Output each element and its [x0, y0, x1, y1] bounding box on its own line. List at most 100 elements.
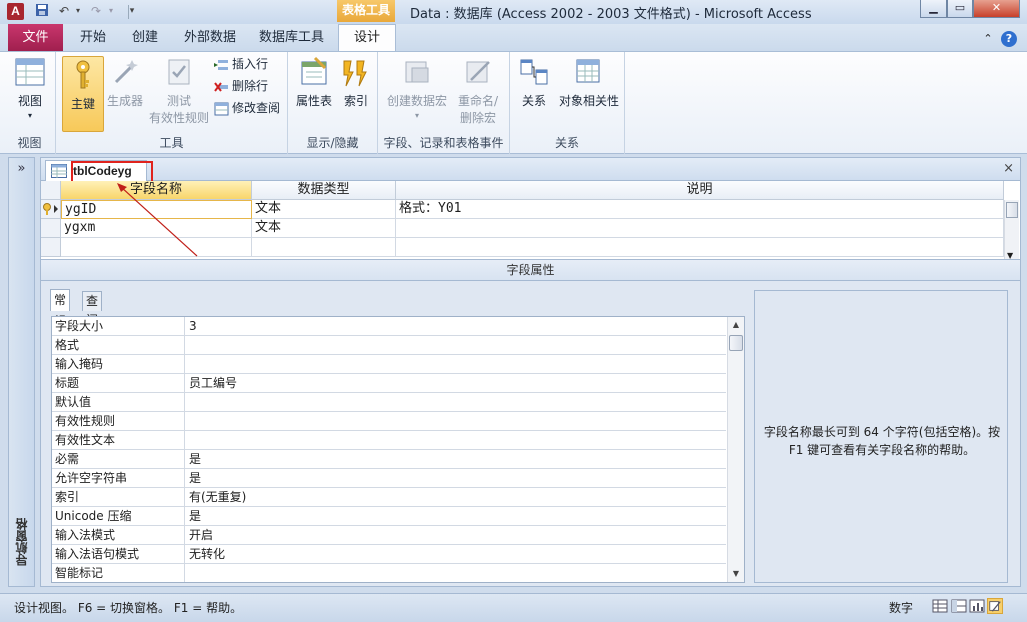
- builder-button[interactable]: 生成器: [106, 56, 144, 109]
- indexes-button[interactable]: 索引: [338, 56, 374, 109]
- scroll-up-icon[interactable]: ▲: [728, 317, 744, 333]
- tab-design[interactable]: 设计: [338, 24, 396, 52]
- nav-pane-expand-button[interactable]: »: [9, 161, 34, 181]
- group-relationships: 关系 对象相关性 关系: [510, 52, 625, 154]
- tab-home[interactable]: 开始: [80, 24, 106, 51]
- property-row[interactable]: 输入掩码: [52, 355, 726, 374]
- status-bar: 设计视图。 F6 = 切换窗格。 F1 = 帮助。 数字: [0, 593, 1027, 622]
- help-icon[interactable]: ?: [1001, 31, 1017, 47]
- property-value[interactable]: [186, 355, 726, 374]
- builder-wand-icon: [114, 60, 138, 84]
- property-row[interactable]: 有效性规则: [52, 412, 726, 431]
- properties-scroll-thumb[interactable]: [729, 335, 743, 351]
- properties-vertical-scrollbar[interactable]: ▲ ▼: [727, 317, 744, 582]
- relationships-icon: [520, 59, 548, 85]
- undo-dropdown-icon[interactable]: ▾: [70, 3, 86, 19]
- property-value[interactable]: 无转化: [186, 545, 726, 564]
- close-window-button[interactable]: ✕: [973, 0, 1020, 18]
- key-icon: [76, 60, 90, 89]
- property-value[interactable]: 开启: [186, 526, 726, 545]
- navigation-pane[interactable]: » 导航窗格: [8, 157, 35, 587]
- property-row[interactable]: 索引 有(无重复): [52, 488, 726, 507]
- property-label: 字段大小: [52, 317, 185, 336]
- property-value[interactable]: [186, 564, 726, 582]
- relationships-button[interactable]: 关系: [514, 56, 554, 109]
- property-row[interactable]: 输入法语句模式 无转化: [52, 545, 726, 564]
- datasheet-view-icon[interactable]: [932, 598, 948, 614]
- access-app-icon[interactable]: A: [7, 3, 24, 20]
- scroll-down-icon[interactable]: ▼: [728, 566, 744, 582]
- property-value[interactable]: 是: [186, 469, 726, 488]
- tab-general[interactable]: 常规: [50, 289, 71, 328]
- maximize-button[interactable]: ▭: [947, 0, 973, 18]
- property-row[interactable]: 格式: [52, 336, 726, 355]
- property-row[interactable]: Unicode 压缩是: [52, 507, 726, 526]
- pivot-chart-view-icon[interactable]: [969, 598, 985, 614]
- field-design-grid: 字段名称 数据类型 说明 ygID 文本 格式：Y01 ygxm 文本 ▼: [41, 181, 1020, 260]
- property-row[interactable]: 默认值: [52, 393, 726, 412]
- row-selector[interactable]: [41, 238, 61, 257]
- design-view-icon[interactable]: [987, 598, 1003, 614]
- property-value[interactable]: 是: [186, 507, 726, 526]
- tab-lookup[interactable]: 查阅: [82, 291, 103, 327]
- property-value[interactable]: [186, 393, 726, 412]
- minimize-button[interactable]: ▁: [920, 0, 947, 18]
- data-type-cell[interactable]: [252, 238, 396, 257]
- modify-lookups-button[interactable]: 修改查阅: [214, 99, 280, 118]
- grid-vertical-scrollbar[interactable]: ▼: [1004, 200, 1019, 260]
- description-cell[interactable]: [396, 219, 1004, 238]
- property-label: 默认值: [52, 393, 185, 412]
- tab-database-tools[interactable]: 数据库工具: [259, 24, 324, 51]
- redo-dropdown-icon[interactable]: ▾: [103, 3, 119, 19]
- save-icon[interactable]: [34, 3, 50, 19]
- property-help-panel: 字段名称最长可到 64 个字符(包括空格)。按 F1 键可查看有关字段名称的帮助…: [754, 290, 1008, 583]
- data-type-cell[interactable]: 文本: [252, 219, 396, 238]
- property-value[interactable]: 有(无重复): [186, 488, 726, 507]
- property-row[interactable]: 允许空字符串是: [52, 469, 726, 488]
- property-value[interactable]: [186, 412, 726, 431]
- collapse-ribbon-icon[interactable]: ⌃: [980, 31, 996, 47]
- view-button[interactable]: 视图 ▾: [8, 56, 52, 120]
- rename-delete-macro-button[interactable]: 重命名/ 删除宏: [452, 56, 504, 126]
- row-selector[interactable]: [41, 219, 61, 238]
- property-label: 输入法模式: [52, 526, 185, 545]
- description-cell[interactable]: [396, 238, 1004, 257]
- property-row[interactable]: 有效性文本: [52, 431, 726, 450]
- grid-corner[interactable]: [41, 181, 61, 200]
- property-value[interactable]: 员工编号: [186, 374, 726, 393]
- property-row[interactable]: 标题 员工编号: [52, 374, 726, 393]
- property-row[interactable]: 智能标记: [52, 564, 726, 582]
- ribbon: 视图 ▾ 视图 主键 生成器 测试 有效性规则 插入行 删除行 修改查阅 工具: [0, 51, 1027, 154]
- data-type-cell[interactable]: 文本: [252, 200, 396, 219]
- modify-lookups-label: 修改查阅: [232, 101, 281, 115]
- property-row[interactable]: 字段大小 3: [52, 317, 726, 336]
- tab-create[interactable]: 创建: [132, 24, 158, 51]
- grid-scroll-thumb[interactable]: [1006, 202, 1018, 218]
- nav-pane-label[interactable]: 导航窗格: [13, 518, 30, 566]
- property-row[interactable]: 输入法模式 开启: [52, 526, 726, 545]
- redo-icon[interactable]: ↷: [88, 3, 104, 19]
- property-value[interactable]: 是: [186, 450, 726, 469]
- tab-file[interactable]: 文件: [8, 24, 63, 51]
- property-row[interactable]: 必需是: [52, 450, 726, 469]
- primary-key-button[interactable]: 主键: [62, 56, 104, 132]
- property-label: 输入法语句模式: [52, 545, 185, 564]
- property-value[interactable]: 3: [186, 317, 726, 336]
- insert-rows-button[interactable]: 插入行: [214, 55, 268, 74]
- customize-quick-access-icon[interactable]: ▾: [124, 3, 140, 19]
- delete-rows-button[interactable]: 删除行: [214, 77, 268, 96]
- tab-external-data[interactable]: 外部数据: [184, 24, 236, 51]
- indexes-icon: [343, 60, 367, 87]
- property-value[interactable]: [186, 431, 726, 450]
- close-document-button[interactable]: ×: [1003, 161, 1014, 176]
- description-cell[interactable]: 格式：Y01: [396, 200, 1004, 219]
- property-sheet-button[interactable]: 属性表: [292, 56, 336, 109]
- object-dependencies-button[interactable]: 对象相关性: [556, 56, 622, 109]
- test-validation-rules-button[interactable]: 测试 有效性规则: [146, 56, 212, 126]
- pivot-table-view-icon[interactable]: [951, 598, 967, 614]
- row-selector[interactable]: [41, 200, 61, 219]
- create-data-macros-button[interactable]: 创建数据宏 ▾: [386, 56, 448, 120]
- document-tab-tblcodeyg[interactable]: tblCodeyg: [45, 160, 153, 183]
- property-value[interactable]: [186, 336, 726, 355]
- document-tab-bar: tblCodeyg ×: [41, 158, 1020, 183]
